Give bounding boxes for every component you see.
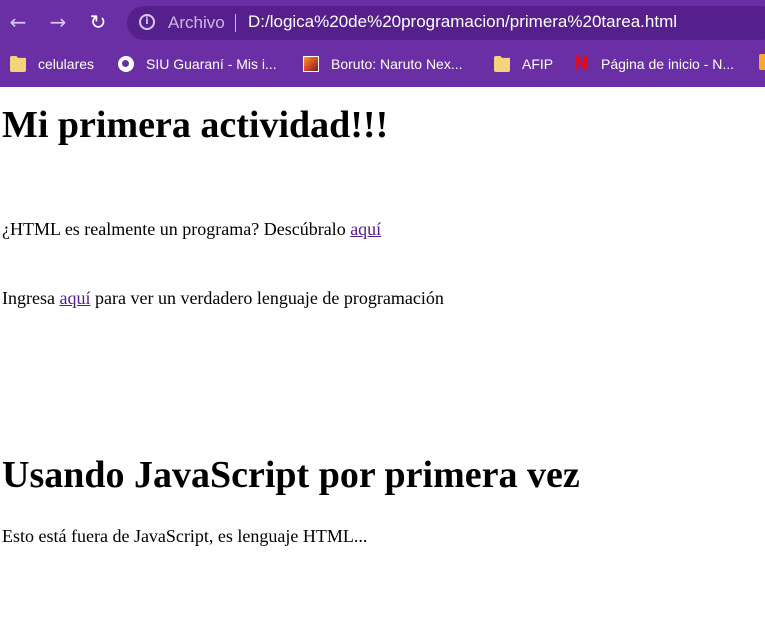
- bookmark-label: SIU Guaraní - Mis i...: [146, 56, 277, 72]
- page-title: Mi primera actividad!!!: [2, 104, 389, 146]
- paragraph-html-question: ¿HTML es realmente un programa? Descúbra…: [2, 219, 381, 240]
- section-title-javascript: Usando JavaScript por primera vez: [2, 454, 580, 496]
- browser-chrome: ← → ↻ i Archivo D:/logica%20de%20program…: [0, 0, 765, 87]
- bookmark-label: Página de inicio - N...: [601, 56, 735, 72]
- address-url[interactable]: D:/logica%20de%20programacion/primera%20…: [248, 12, 677, 32]
- address-separator: [235, 14, 236, 32]
- bookmark-label: celulares: [38, 56, 95, 72]
- address-scheme-label: Archivo: [168, 13, 225, 32]
- bookmark-netflix[interactable]: N Página de inicio - N...: [573, 54, 734, 74]
- folder-icon: [494, 56, 510, 72]
- page-content: Mi primera actividad!!! ¿HTML es realmen…: [0, 87, 765, 629]
- netflix-icon: N: [573, 53, 589, 74]
- paragraph-text: ¿HTML es realmente un programa? Descúbra…: [2, 219, 351, 239]
- paragraph-text: para ver un verdadero lenguaje de progra…: [90, 288, 444, 308]
- bookmark-boruto[interactable]: Boruto: Naruto Nex...: [303, 54, 463, 74]
- browser-toolbar: ← → ↻ i Archivo D:/logica%20de%20program…: [0, 0, 765, 46]
- boruto-favicon-icon: [303, 56, 319, 72]
- globe-icon: [118, 56, 134, 72]
- bookmark-label: Boruto: Naruto Nex...: [331, 56, 463, 72]
- reload-icon[interactable]: ↻: [86, 10, 110, 34]
- paragraph-text: Ingresa: [2, 288, 60, 308]
- address-bar[interactable]: i Archivo D:/logica%20de%20programacion/…: [127, 6, 765, 40]
- overflow-folder-icon[interactable]: [759, 54, 765, 70]
- back-arrow-icon[interactable]: ←: [6, 10, 30, 34]
- info-icon[interactable]: i: [139, 14, 155, 30]
- paragraph-outside-js: Esto está fuera de JavaScript, es lengua…: [2, 526, 368, 546]
- bookmark-celulares[interactable]: celulares: [10, 54, 94, 74]
- folder-icon: [10, 56, 26, 72]
- forward-arrow-icon[interactable]: →: [46, 10, 70, 34]
- bookmarks-bar: celulares SIU Guaraní - Mis i... Boruto:…: [0, 46, 765, 82]
- bookmark-afip[interactable]: AFIP: [494, 54, 553, 74]
- bookmark-siu-guarani[interactable]: SIU Guaraní - Mis i...: [118, 54, 277, 74]
- link-aqui-1[interactable]: aquí: [350, 219, 381, 239]
- paragraph-ingresa: Ingresa aquí para ver un verdadero lengu…: [2, 288, 444, 309]
- bookmark-label: AFIP: [522, 56, 554, 72]
- link-aqui-2[interactable]: aquí: [59, 288, 90, 308]
